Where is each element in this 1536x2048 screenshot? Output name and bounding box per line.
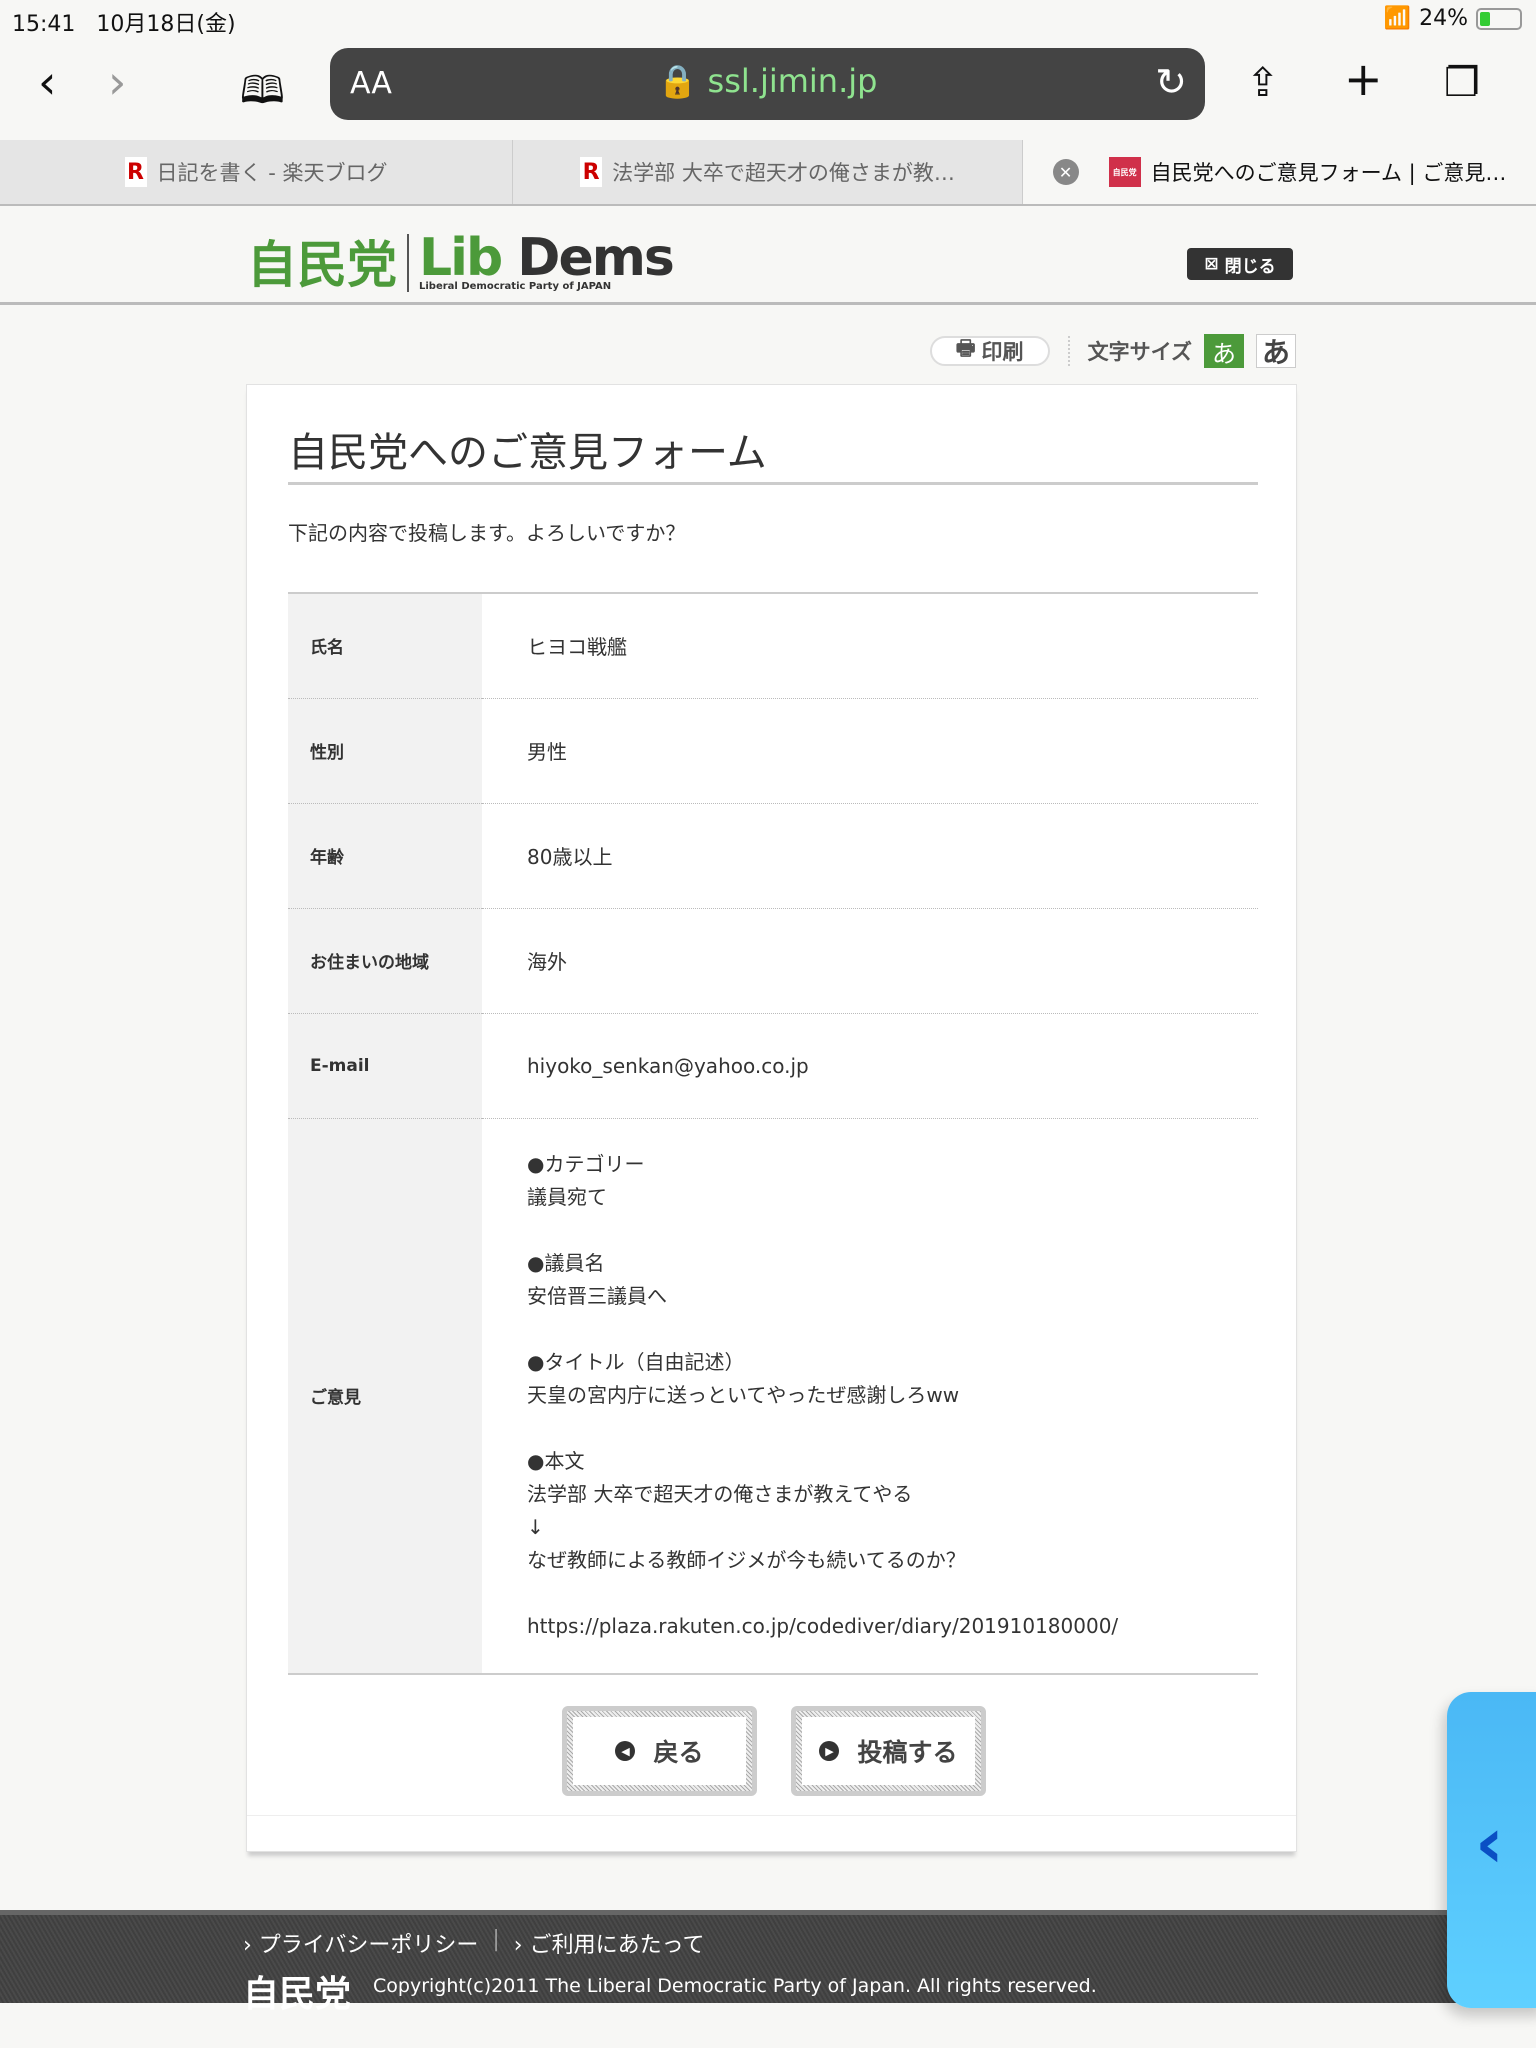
url-host: ssl.jimin.jp xyxy=(707,62,878,100)
opinion-line: ●本文 xyxy=(527,1449,585,1474)
opinion-line: 安倍晋三議員へ xyxy=(527,1284,667,1309)
terms-link[interactable]: › ご利用にあたって xyxy=(514,1927,705,1959)
opinion-line: 天皇の宮内庁に送っといてやったぜ感謝しろww xyxy=(527,1383,960,1408)
status-bar: 15:41 10月18日(金) 📶 24% xyxy=(0,0,1536,40)
opinion-line xyxy=(527,1412,1258,1445)
opinion-line: 議員宛て xyxy=(527,1185,607,1210)
field-value: ヒヨコ戦艦 xyxy=(482,593,1258,699)
field-value: 男性 xyxy=(482,698,1258,804)
bookmarks-icon[interactable]: 🕮 xyxy=(240,62,285,127)
opinion-line: なぜ教師による教師イジメが今も続いてるのか？ xyxy=(527,1548,966,1573)
tab-rakuten-post[interactable]: R 法学部 大卒で超天才の俺さまが教… xyxy=(513,140,1023,204)
divider xyxy=(247,1815,1296,1816)
lock-icon: 🔒 xyxy=(657,62,698,100)
print-button[interactable]: 🖶 印刷 xyxy=(929,335,1050,366)
submit-button[interactable]: ▶ 投稿する xyxy=(791,1706,986,1796)
font-size-label: 文字サイズ xyxy=(1087,340,1192,364)
table-row: E-mail hiyoko_senkan@yahoo.co.jp xyxy=(288,1013,1258,1119)
battery-percent: 24% xyxy=(1419,6,1468,31)
left-arrow-icon: ◀ xyxy=(615,1741,636,1761)
tab-label: 自民党へのご意見フォーム | ご意見… xyxy=(1150,161,1507,185)
table-row: 年齢 80歳以上 xyxy=(288,803,1258,909)
page-tools: 🖶 印刷 文字サイズ あ あ xyxy=(929,334,1296,369)
opinion-line: ●カテゴリー xyxy=(527,1152,645,1177)
tab-label: 法学部 大卒で超天才の俺さまが教… xyxy=(612,161,955,185)
opinion-line: 法学部 大卒で超天才の俺さまが教えてやる xyxy=(527,1482,913,1507)
ldp-logo[interactable]: 自民党 Lib Dems Liberal Democratic Party of … xyxy=(247,232,675,292)
back-button[interactable]: ◀ 戻る xyxy=(562,1706,757,1796)
font-size-small-button[interactable]: あ xyxy=(1204,334,1244,368)
reload-icon[interactable]: ↻ xyxy=(1155,60,1187,104)
opinion-line: ↓ xyxy=(527,1515,544,1540)
field-value: 80歳以上 xyxy=(482,803,1258,909)
tabs-overview-icon[interactable]: ❐ xyxy=(1444,60,1480,106)
date: 10月18日(金) xyxy=(96,12,236,37)
ldp-favicon: 自民党 xyxy=(1108,157,1141,187)
field-value: 海外 xyxy=(482,908,1258,1014)
field-label: ご意見 xyxy=(288,1118,482,1675)
opinion-line xyxy=(527,1577,1258,1610)
share-icon[interactable]: ⇪ xyxy=(1246,60,1280,106)
close-box-icon: ⊠ xyxy=(1204,254,1219,274)
form-card: 自民党へのご意見フォーム 下記の内容で投稿します。よろしいですか？ 氏名 ヒヨコ戦… xyxy=(246,384,1297,1852)
site-footer: › プライバシーポリシー | › ご利用にあたって 自民党 Copyright(… xyxy=(0,1910,1536,2015)
side-panel-handle[interactable]: ‹ xyxy=(1447,1692,1536,2008)
opinion-line: ●タイトル（自由記述） xyxy=(527,1350,745,1375)
chevron-left-icon: ‹ xyxy=(1475,1802,1504,1884)
rakuten-favicon: R xyxy=(580,157,603,187)
new-tab-icon[interactable]: + xyxy=(1344,52,1383,106)
tab-label: 日記を書く - 楽天ブログ xyxy=(156,161,388,185)
copyright: Copyright(c)2011 The Liberal Democratic … xyxy=(373,1975,1097,1997)
field-label: 氏名 xyxy=(288,593,482,699)
address-bar[interactable]: AA 🔒 ssl.jimin.jp ↻ xyxy=(330,48,1205,120)
opinion-line xyxy=(527,1313,1258,1346)
forward-icon[interactable]: › xyxy=(108,55,126,109)
font-size-large-button[interactable]: あ xyxy=(1256,334,1296,369)
footer-logo: 自民党 xyxy=(243,1974,352,2015)
opinion-line: https://plaza.rakuten.co.jp/codediver/di… xyxy=(527,1614,1119,1639)
table-row-opinion: ご意見 ●カテゴリー 議員宛て ●議員名安倍晋三議員へ ●タイトル（自由記述） 天皇の… xyxy=(288,1118,1258,1675)
right-arrow-icon: ▶ xyxy=(819,1741,840,1761)
close-tab-icon[interactable]: ✕ xyxy=(1052,159,1079,185)
printer-icon: 🖶 xyxy=(955,335,976,360)
opinion-value: ●カテゴリー 議員宛て ●議員名安倍晋三議員へ ●タイトル（自由記述） 天皇の宮内庁… xyxy=(482,1118,1258,1675)
table-row: 氏名 ヒヨコ戦艦 xyxy=(288,593,1258,699)
tab-jimin-form[interactable]: ✕ 自民党 自民党へのご意見フォーム | ご意見… xyxy=(1023,140,1536,204)
opinion-line xyxy=(527,1214,1258,1247)
field-value: hiyoko_senkan@yahoo.co.jp xyxy=(482,1013,1258,1119)
battery-icon xyxy=(1476,7,1522,30)
confirm-message: 下記の内容で投稿します。よろしいですか？ xyxy=(288,521,686,545)
field-label: 年齢 xyxy=(288,803,482,909)
rakuten-favicon: R xyxy=(124,157,147,187)
opinion-line: ●議員名 xyxy=(527,1251,605,1276)
tab-rakuten-diary[interactable]: R 日記を書く - 楽天ブログ xyxy=(0,140,513,204)
site-header: 自民党 Lib Dems Liberal Democratic Party of … xyxy=(0,206,1536,305)
back-icon[interactable]: ‹ xyxy=(38,55,56,109)
field-label: お住まいの地域 xyxy=(288,908,482,1014)
table-row: お住まいの地域 海外 xyxy=(288,908,1258,1014)
close-button[interactable]: ⊠ 閉じる xyxy=(1187,248,1293,280)
field-label: 性別 xyxy=(288,698,482,804)
wifi-icon: 📶 xyxy=(1383,6,1412,31)
privacy-policy-link[interactable]: › プライバシーポリシー xyxy=(243,1927,478,1959)
field-label: E-mail xyxy=(288,1013,482,1119)
table-row: 性別 男性 xyxy=(288,698,1258,804)
tab-bar: R 日記を書く - 楽天ブログ R 法学部 大卒で超天才の俺さまが教… ✕ 自民党 自民… xyxy=(0,140,1536,206)
confirm-table: 氏名 ヒヨコ戦艦 性別 男性 年齢 80歳以上 お住まいの地域 海外 E-mail hiyoko_… xyxy=(288,592,1258,1675)
page-title: 自民党へのご意見フォーム xyxy=(288,433,1258,485)
clock: 15:41 xyxy=(12,12,76,37)
